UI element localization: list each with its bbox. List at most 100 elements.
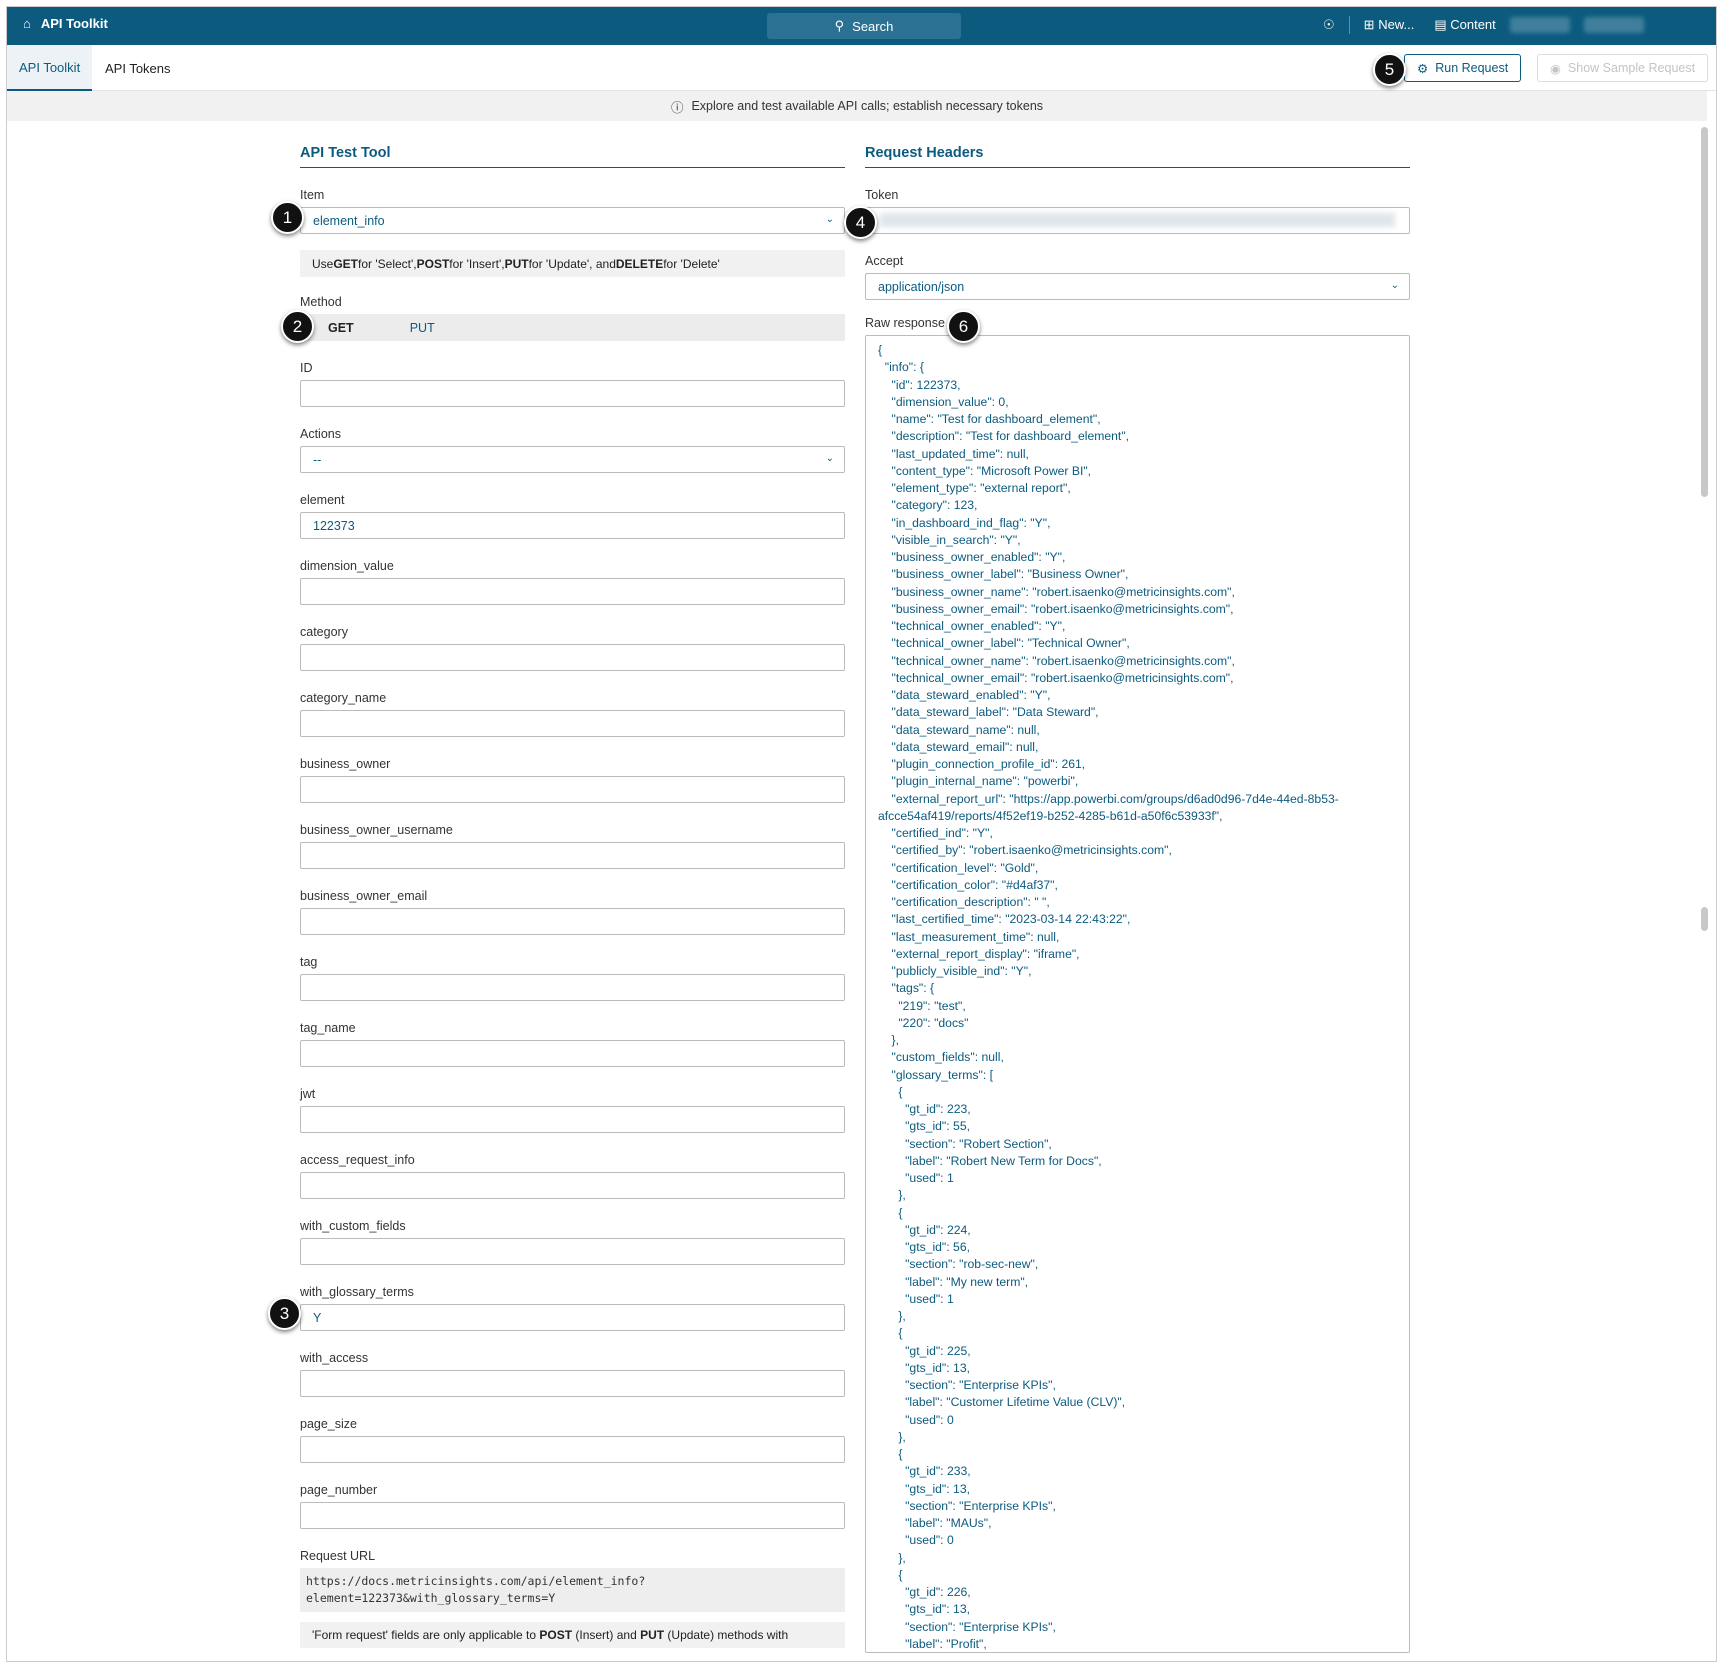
json-line: }, — [878, 1429, 906, 1444]
json-line: "tags": { — [878, 981, 935, 996]
raw-response-textarea[interactable]: { "info": { "id": 122373, "dimension_val… — [865, 335, 1410, 1653]
business-owner-input[interactable] — [300, 776, 845, 803]
json-line: "section": "Enterprise KPIs", — [878, 1619, 1056, 1634]
request-url-line: https://docs.metricinsights.com/api/elem… — [306, 1574, 646, 1588]
json-line: { — [878, 1084, 903, 1099]
callout-badge: 1 — [271, 201, 304, 234]
plus-icon: ⊞ — [1363, 17, 1375, 32]
app-title: API Toolkit — [40, 16, 108, 31]
field-label: dimension_value — [300, 559, 394, 573]
tab-api-tokens[interactable]: API Tokens — [93, 45, 183, 91]
method-toggle: GET PUT — [300, 314, 845, 341]
json-line: "business_owner_email": "robert.isaenko@… — [878, 601, 1234, 616]
json-line: "technical_owner_label": "Technical Owne… — [878, 636, 1130, 651]
json-line: "plugin_connection_profile_id": 261, — [878, 757, 1086, 771]
field-label: category — [300, 625, 348, 639]
home-link[interactable]: ⌂ API Toolkit — [23, 16, 108, 31]
accept-select[interactable]: application/json ⌄ — [865, 273, 1410, 300]
category-input[interactable] — [300, 644, 845, 671]
dimension-value-input[interactable] — [300, 578, 845, 605]
divider — [1348, 16, 1350, 34]
element-input[interactable]: 122373 — [300, 512, 845, 539]
json-line: "external_report_url": "https://app.powe… — [878, 791, 1339, 806]
field-label: page_number — [300, 1483, 378, 1497]
json-line: }, — [878, 1550, 906, 1565]
jwt-input[interactable] — [300, 1106, 845, 1133]
item-value: element_info — [313, 213, 385, 228]
ID-input[interactable] — [300, 380, 845, 407]
json-line: "technical_owner_email": "robert.isaenko… — [878, 670, 1234, 685]
field-value: 122373 — [313, 518, 355, 533]
scrollbar-thumb[interactable] — [1701, 127, 1708, 497]
content-icon: ▤ — [1434, 17, 1447, 32]
json-line: "certified_ind": "Y", — [878, 826, 993, 840]
tag-input[interactable] — [300, 974, 845, 1001]
home-icon: ⌂ — [23, 16, 31, 31]
json-line: { — [878, 343, 883, 357]
field-label: jwt — [300, 1087, 316, 1101]
category-name-input[interactable] — [300, 710, 845, 737]
json-line: "section": "Robert Section", — [878, 1136, 1052, 1151]
search-button[interactable]: ⚲ Search — [767, 13, 961, 39]
tag-name-input[interactable] — [300, 1040, 845, 1067]
with-access-input[interactable] — [300, 1370, 845, 1397]
with-glossary-terms-input[interactable]: Y — [300, 1304, 845, 1331]
with-custom-fields-input[interactable] — [300, 1238, 845, 1265]
request-headers-panel: Request Headers Token Accept application… — [865, 145, 1410, 1653]
json-line: { — [878, 1567, 903, 1582]
show-sample-request-button[interactable]: ◉ Show Sample Request — [1537, 54, 1709, 82]
method-put[interactable]: PUT — [382, 321, 463, 335]
sample-label: Show Sample Request — [1567, 61, 1696, 75]
json-line: "dimension_value": 0, — [878, 394, 1009, 409]
json-line: "custom_fields": null, — [878, 1050, 1004, 1065]
activity-icon[interactable]: ☉ — [1323, 17, 1335, 33]
tab-api-toolkit[interactable]: API Toolkit — [7, 45, 93, 91]
json-line: "data_steward_label": "Data Steward", — [878, 705, 1099, 720]
Actions-select[interactable]: -- ⌄ — [300, 446, 845, 473]
hint-text: 'Form request' fields are only applicabl… — [312, 1628, 540, 1642]
business-owner-email-input[interactable] — [300, 908, 845, 935]
new-button[interactable]: ⊞ New... — [1364, 17, 1415, 33]
json-line: "gts_id": 13, — [878, 1481, 970, 1496]
hint-text: Use — [312, 256, 334, 271]
access-request-info-input[interactable] — [300, 1172, 845, 1199]
account-blurred[interactable] — [1583, 17, 1644, 33]
json-line: { — [878, 1447, 903, 1461]
eye-icon: ◉ — [1550, 61, 1561, 76]
field-label: with_glossary_terms — [300, 1285, 414, 1299]
json-line: "label": "Robert New Term for Docs", — [878, 1153, 1102, 1168]
item-select[interactable]: element_info ⌄ — [300, 207, 845, 234]
json-line: "technical_owner_enabled": "Y", — [878, 619, 1066, 633]
request-url-line: element=122373&with_glossary_terms=Y — [306, 1591, 556, 1605]
json-line: "visible_in_search": "Y", — [878, 532, 1021, 547]
json-line: "220": "docs" — [878, 1015, 969, 1030]
content-button[interactable]: ▤ Content — [1434, 17, 1495, 33]
page-size-input[interactable] — [300, 1436, 845, 1463]
scrollbar-thumb-lower[interactable] — [1701, 907, 1708, 931]
callout-badge: 5 — [1373, 53, 1406, 86]
json-line: "label": "Profit", — [878, 1636, 987, 1651]
json-line: "gt_id": 224, — [878, 1222, 971, 1237]
item-label: Item — [300, 188, 325, 202]
run-request-button[interactable]: ⚙ Run Request — [1404, 54, 1522, 82]
json-line: "gt_id": 226, — [878, 1585, 971, 1599]
json-line: "name": "Test for dashboard_element", — [878, 412, 1101, 426]
token-input[interactable] — [865, 207, 1410, 234]
field-label: Actions — [300, 427, 341, 441]
app-window: ⌂ API Toolkit ⚲ Search ☉ ⊞ New... ▤ Cont… — [6, 6, 1717, 1662]
info-icon: ⓘ — [670, 100, 684, 115]
json-line: "section": "Enterprise KPIs", — [878, 1498, 1056, 1513]
business-owner-username-input[interactable] — [300, 842, 845, 869]
json-line: "label": "My new term", — [878, 1274, 1029, 1289]
json-line: "business_owner_label": "Business Owner"… — [878, 567, 1129, 582]
field-label: tag — [300, 955, 318, 969]
method-keyword: GET — [333, 256, 359, 271]
json-line: "data_steward_name": null, — [878, 722, 1040, 737]
json-line: "description": "Test for dashboard_eleme… — [878, 429, 1130, 444]
user-menu-blurred[interactable] — [1509, 17, 1570, 33]
json-line: "gt_id": 225, — [878, 1343, 971, 1358]
chevron-down-icon: ⌄ — [1390, 280, 1399, 291]
chevron-down-icon: ⌄ — [825, 214, 834, 225]
page-number-input[interactable] — [300, 1502, 845, 1529]
json-line: "content_type": "Microsoft Power BI", — [878, 463, 1092, 478]
